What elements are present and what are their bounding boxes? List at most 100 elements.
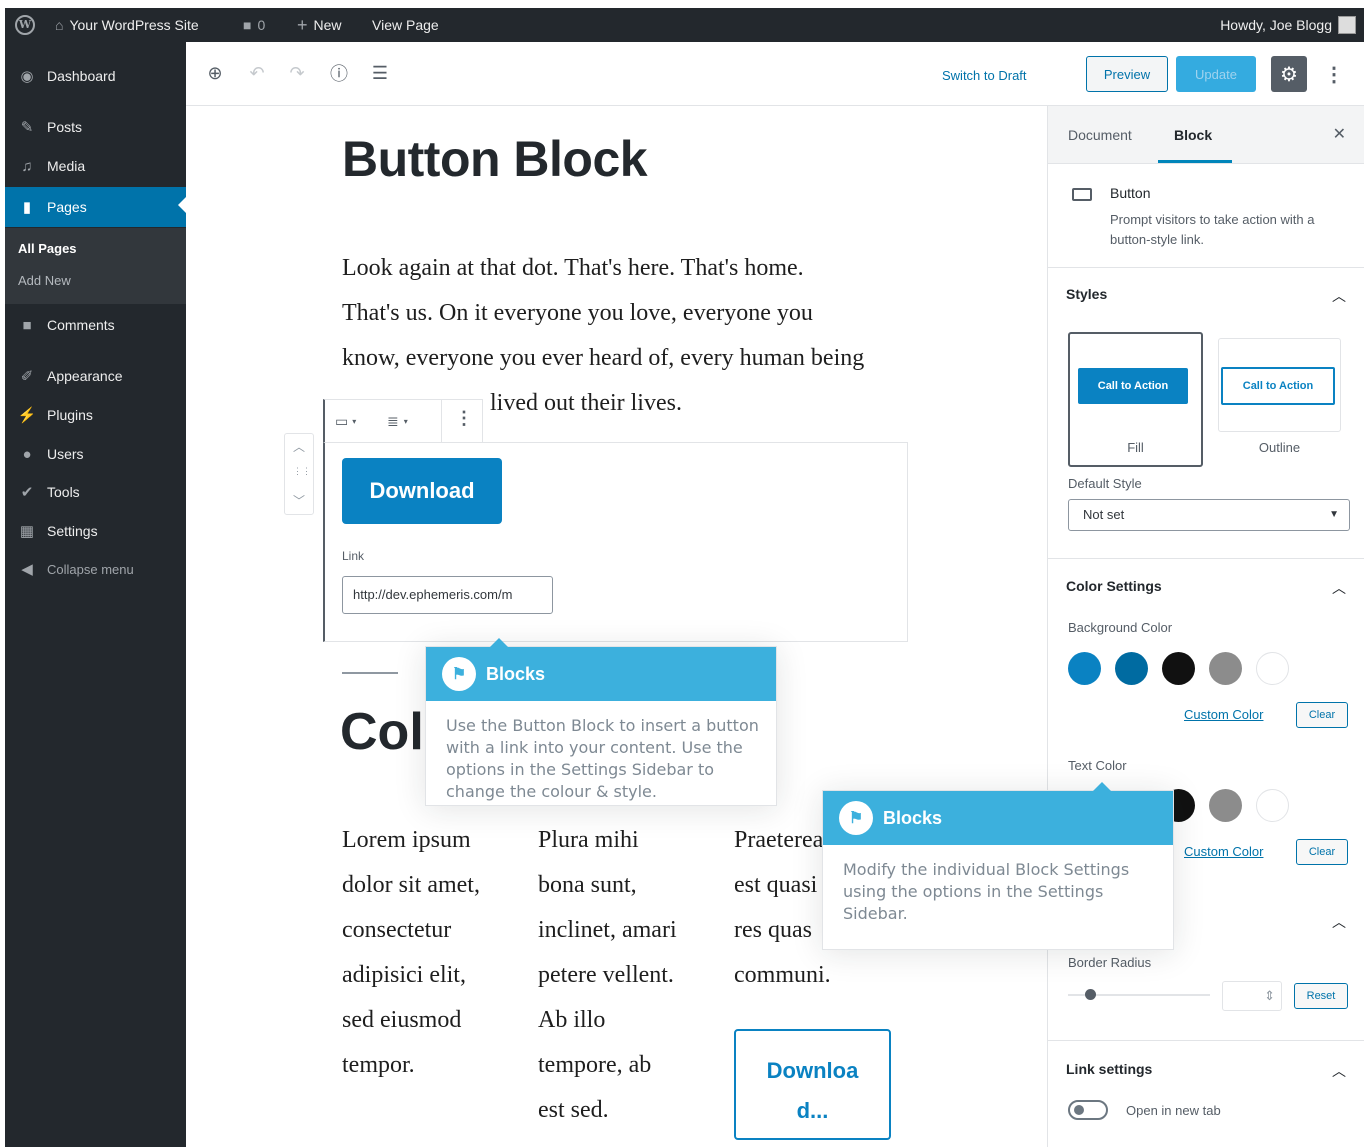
chevron-down-icon: ▼ bbox=[1329, 509, 1339, 520]
chevron-up-icon[interactable]: ︿ bbox=[1332, 286, 1346, 306]
default-style-value: Not set bbox=[1083, 507, 1125, 522]
divider bbox=[1048, 1040, 1364, 1041]
tab-block[interactable]: Block bbox=[1174, 127, 1212, 143]
switch-to-draft-button[interactable]: Switch to Draft bbox=[942, 62, 1027, 88]
site-name-link[interactable]: ⌂ Your WordPress Site bbox=[55, 8, 199, 42]
background-color-label: Background Color bbox=[1068, 620, 1173, 635]
close-icon[interactable]: ✕ bbox=[1333, 124, 1346, 144]
outline-button-line: d... bbox=[796, 1098, 829, 1123]
sidebar-item-settings[interactable]: ▦ Settings bbox=[5, 513, 186, 549]
move-up-icon[interactable]: ︿ bbox=[293, 438, 305, 455]
outline-download-button[interactable]: Downloa d... bbox=[734, 1029, 891, 1140]
info-icon[interactable]: ⓘ bbox=[326, 60, 352, 86]
custom-color-link[interactable]: Custom Color bbox=[1184, 707, 1263, 722]
chevron-up-icon[interactable]: ︿ bbox=[1332, 578, 1346, 598]
block-more-icon[interactable]: ⋮ bbox=[455, 408, 473, 429]
sidebar-item-label: Appearance bbox=[47, 368, 123, 384]
sidebar-collapse-menu[interactable]: ◀ Collapse menu bbox=[5, 551, 186, 587]
submenu-add-new[interactable]: Add New bbox=[18, 273, 71, 288]
chevron-up-icon[interactable]: ︿ bbox=[1332, 1061, 1346, 1081]
undo-icon[interactable]: ↶ bbox=[244, 60, 270, 86]
link-settings-title[interactable]: Link settings bbox=[1066, 1061, 1152, 1077]
new-content-link[interactable]: + New bbox=[297, 8, 342, 42]
clear-color-button[interactable]: Clear bbox=[1296, 839, 1348, 865]
sidebar-item-plugins[interactable]: ⚡ Plugins bbox=[5, 397, 186, 433]
link-input[interactable]: http://dev.ephemeris.com/m bbox=[342, 576, 553, 614]
color-swatch-gray[interactable] bbox=[1209, 789, 1242, 822]
sidebar-item-tools[interactable]: ✔ Tools bbox=[5, 474, 186, 510]
popover-title: Blocks bbox=[883, 807, 943, 828]
wordpress-logo-icon[interactable]: W bbox=[15, 8, 35, 42]
color-swatch-dark-blue[interactable] bbox=[1115, 652, 1148, 685]
sidebar-item-appearance[interactable]: ✐ Appearance bbox=[5, 358, 186, 394]
toolbar-divider bbox=[441, 400, 442, 442]
sidebar-item-media[interactable]: ♫ Media bbox=[5, 148, 186, 184]
view-page-label: View Page bbox=[372, 17, 439, 33]
style-fill-label: Fill bbox=[1127, 440, 1144, 455]
column-line: est sed. bbox=[538, 1097, 609, 1123]
paragraph-block[interactable]: Look again at that dot. That's here. Tha… bbox=[342, 246, 902, 381]
popover-arrow bbox=[490, 629, 508, 647]
color-swatch-gray[interactable] bbox=[1209, 652, 1242, 685]
color-swatch-white[interactable] bbox=[1256, 652, 1289, 685]
heading-block[interactable]: Col bbox=[340, 702, 424, 762]
align-icon[interactable]: ≣ ▾ bbox=[387, 410, 427, 432]
sidebar-item-label: Dashboard bbox=[47, 68, 116, 84]
chevron-up-icon[interactable]: ︿ bbox=[1332, 912, 1346, 932]
default-style-label: Default Style bbox=[1068, 476, 1142, 491]
clear-color-button[interactable]: Clear bbox=[1296, 702, 1348, 728]
separator-block[interactable] bbox=[342, 672, 398, 674]
new-label: New bbox=[313, 17, 342, 33]
sidebar-item-users[interactable]: ● Users bbox=[5, 436, 186, 472]
color-swatch-black[interactable] bbox=[1162, 652, 1195, 685]
pages-submenu: All Pages Add New bbox=[5, 228, 186, 304]
view-page-link[interactable]: View Page bbox=[372, 8, 439, 42]
column-line: sed eiusmod bbox=[342, 1007, 462, 1033]
color-swatch-blue[interactable] bbox=[1068, 652, 1101, 685]
sidebar-item-label: Collapse menu bbox=[47, 561, 134, 577]
redo-icon[interactable]: ↷ bbox=[284, 60, 310, 86]
download-button[interactable]: Download bbox=[342, 458, 502, 524]
settings-sidebar: Document Block ✕ Button Prompt visitors … bbox=[1047, 106, 1364, 1147]
styles-panel-title[interactable]: Styles bbox=[1066, 286, 1107, 302]
column-2[interactable]: Plura mihi bona sunt, inclinet, amari pe… bbox=[538, 818, 708, 1133]
sidebar-item-dashboard[interactable]: ◉ Dashboard bbox=[5, 58, 186, 94]
comment-icon: ■ bbox=[22, 316, 32, 334]
paragraph-line: Look again at that dot. That's here. Tha… bbox=[342, 255, 804, 281]
page-icon: ▮ bbox=[22, 199, 32, 216]
sidebar-item-label: Posts bbox=[47, 119, 83, 135]
border-radius-input[interactable]: ⇕ bbox=[1222, 981, 1282, 1011]
color-swatch-white[interactable] bbox=[1256, 789, 1289, 822]
post-title[interactable]: Button Block bbox=[342, 130, 648, 188]
color-settings-title[interactable]: Color Settings bbox=[1066, 578, 1162, 594]
text-color-label: Text Color bbox=[1068, 758, 1127, 773]
flag-icon: ⚑ bbox=[839, 801, 873, 835]
outline-icon[interactable]: ☰ bbox=[367, 60, 393, 86]
account-menu[interactable]: Howdy, Joe Blogg bbox=[1220, 8, 1356, 42]
column-line: adipisici elit, bbox=[342, 962, 466, 988]
tab-document[interactable]: Document bbox=[1068, 127, 1132, 143]
drag-handle-icon[interactable]: ⋮⋮ bbox=[293, 466, 311, 477]
add-block-icon[interactable]: ⊕ bbox=[202, 60, 228, 86]
reset-button[interactable]: Reset bbox=[1294, 983, 1348, 1009]
style-outline-preview: Call to Action bbox=[1221, 367, 1335, 405]
custom-color-link[interactable]: Custom Color bbox=[1184, 844, 1263, 859]
column-1[interactable]: Lorem ipsum dolor sit amet, consectetur … bbox=[342, 818, 512, 1088]
sidebar-item-pages[interactable]: ▮ Pages bbox=[5, 187, 186, 227]
settings-gear-icon[interactable]: ⚙ bbox=[1271, 56, 1307, 92]
preview-button[interactable]: Preview bbox=[1086, 56, 1168, 92]
move-down-icon[interactable]: ﹀ bbox=[293, 492, 305, 509]
slider-handle[interactable] bbox=[1085, 989, 1096, 1000]
open-new-tab-toggle[interactable] bbox=[1068, 1100, 1108, 1120]
default-style-select[interactable]: Not set ▼ bbox=[1068, 499, 1350, 531]
popover-arrow bbox=[1093, 773, 1111, 791]
block-type-icon[interactable]: ▭ ▾ bbox=[335, 410, 371, 432]
comments-link[interactable]: ■ 0 bbox=[243, 8, 265, 42]
style-fill-option[interactable]: Call to Action Fill bbox=[1068, 332, 1203, 467]
more-options-icon[interactable]: ⋮ bbox=[1324, 56, 1344, 92]
update-button[interactable]: Update bbox=[1176, 56, 1256, 92]
submenu-all-pages[interactable]: All Pages bbox=[18, 241, 77, 256]
sidebar-item-posts[interactable]: ✎ Posts bbox=[5, 109, 186, 145]
style-outline-option[interactable]: Call to Action bbox=[1218, 338, 1341, 432]
sidebar-item-comments[interactable]: ■ Comments bbox=[5, 307, 186, 343]
